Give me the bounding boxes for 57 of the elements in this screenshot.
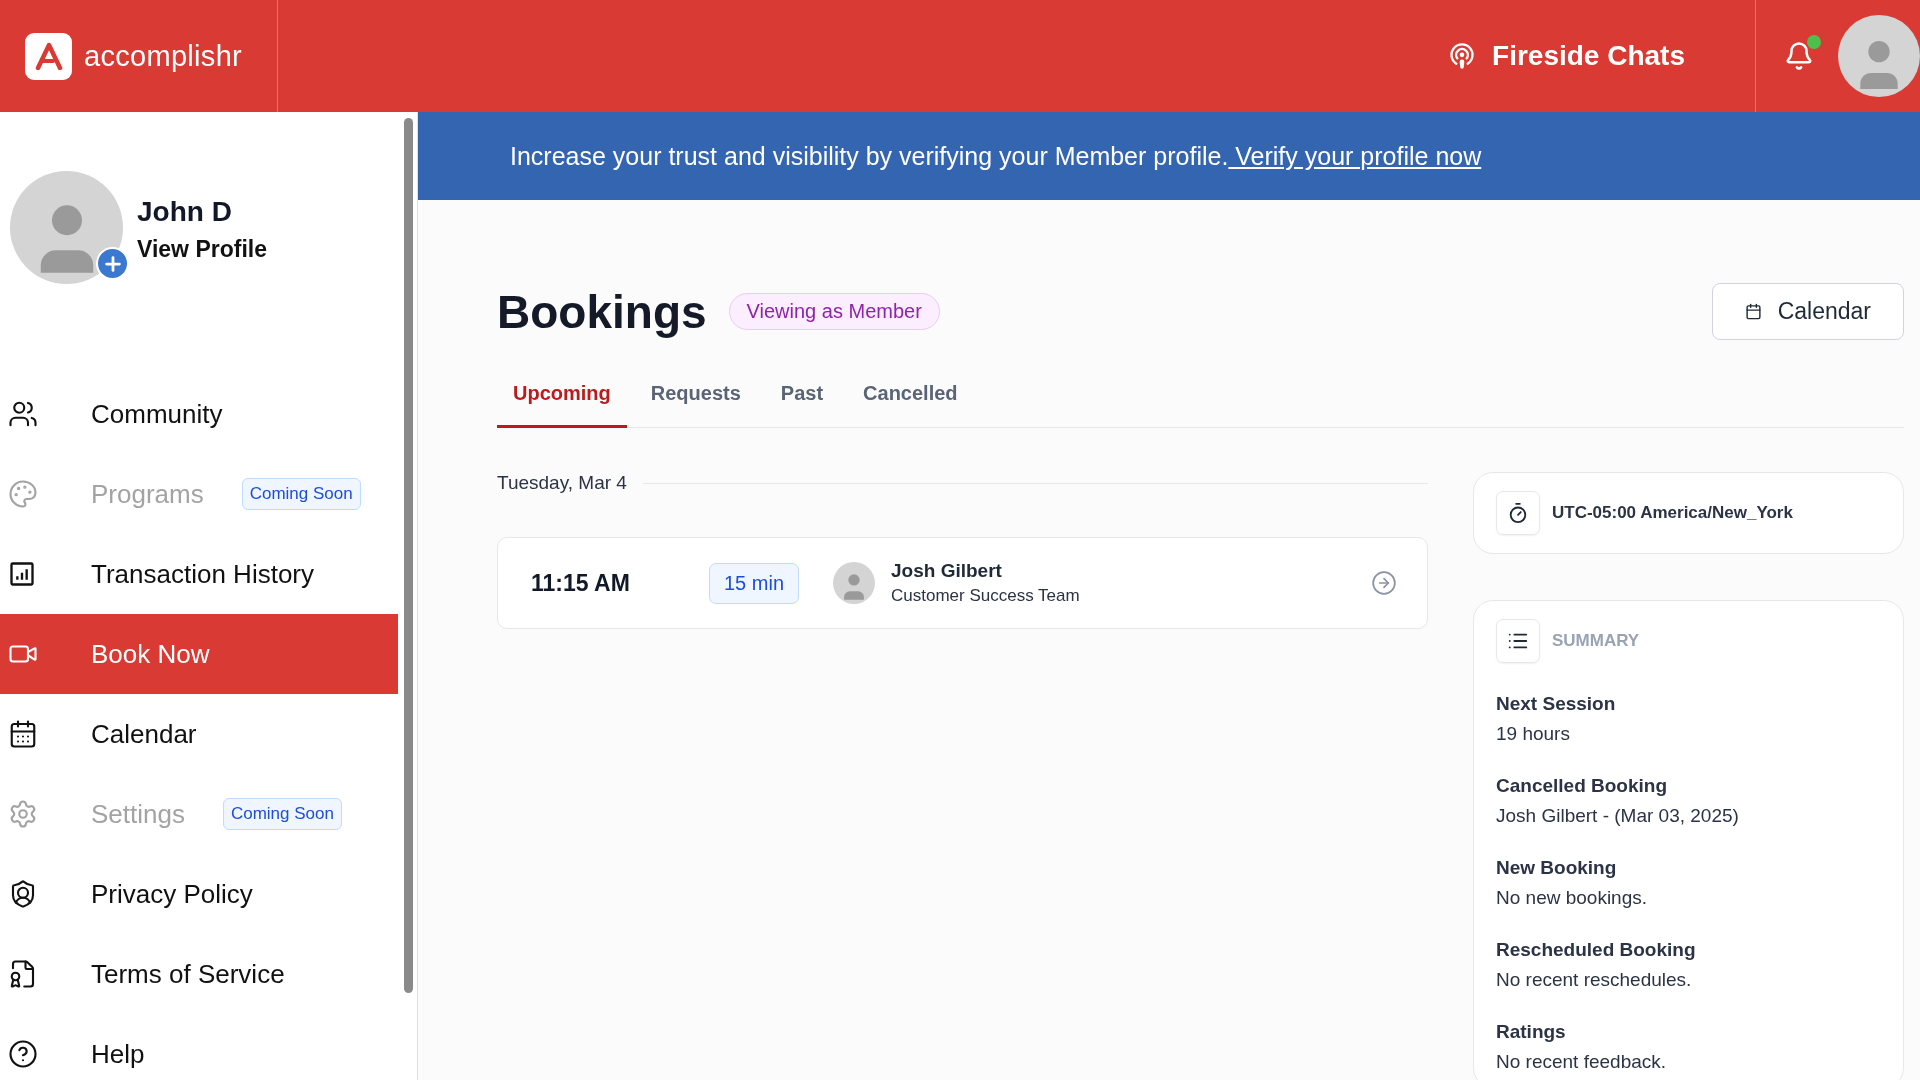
timezone-text: UTC-05:00 America/New_York — [1552, 503, 1793, 523]
summary-label: Rescheduled Booking — [1496, 939, 1697, 961]
scrollbar[interactable] — [404, 118, 413, 993]
banner-text: Increase your trust and visibility by verifying your Member profile. Verify your profile now — [510, 141, 1482, 171]
summary-value: No recent reschedules. — [1496, 969, 1693, 991]
tab[interactable]: Requests — [634, 368, 757, 428]
bar-chart-icon — [8, 560, 36, 588]
palette-icon — [8, 479, 38, 509]
sidebar-item[interactable]: Privacy Policy — [0, 854, 398, 934]
summary-value: No recent feedback. — [1496, 1051, 1668, 1073]
host-avatar — [833, 562, 876, 604]
sidebar-item[interactable]: Terms of Service — [0, 934, 398, 1014]
host-team: Customer Success Team — [891, 586, 1081, 606]
sidebar-item[interactable]: Transaction History — [0, 534, 398, 614]
podcast-icon — [1448, 42, 1477, 70]
coming-soon-badge: Coming Soon — [241, 478, 361, 510]
calendar-icon — [1744, 303, 1762, 320]
summary-label: Next Session — [1496, 693, 1617, 715]
summary-value: Josh Gilbert - (Mar 03, 2025) — [1496, 805, 1740, 827]
duration-badge: 15 min — [709, 562, 800, 604]
summary-value: No new bookings. — [1496, 887, 1649, 909]
users-icon — [8, 399, 38, 429]
role-badge: Viewing as Member — [728, 293, 940, 330]
tab[interactable]: Cancelled — [847, 368, 974, 428]
help-icon — [8, 1039, 38, 1069]
fireside-chats-link[interactable]: Fireside Chats — [1448, 40, 1755, 72]
tab[interactable]: Upcoming — [497, 368, 627, 428]
tab[interactable]: Past — [764, 368, 840, 428]
date-heading: Tuesday, Mar 4 — [497, 472, 627, 494]
summary-label: Ratings — [1496, 1021, 1567, 1043]
view-profile-link[interactable]: View Profile — [137, 236, 267, 263]
arrow-right-icon — [1371, 570, 1397, 596]
booking-card[interactable]: 11:15 AM 15 min Josh Gilbert Customer Success Team — [497, 537, 1428, 629]
sidebar-item[interactable]: Community — [0, 374, 398, 454]
list-icon — [1496, 619, 1540, 663]
summary-label: New Booking — [1496, 857, 1618, 879]
logo-text: accomplishr — [84, 39, 242, 73]
sidebar-item[interactable]: Book Now — [0, 614, 398, 694]
host-name: Josh Gilbert — [891, 560, 1003, 582]
logo-icon — [33, 42, 64, 70]
calendar-button[interactable]: Calendar — [1711, 283, 1904, 340]
summary-value: 19 hours — [1496, 723, 1571, 745]
timer-icon — [1496, 491, 1540, 535]
profile-name: John D — [137, 196, 233, 228]
summary-title: SUMMARY — [1552, 631, 1640, 651]
verify-profile-link[interactable]: Verify your profile now — [1228, 141, 1482, 170]
sidebar-item[interactable]: Calendar — [0, 694, 398, 774]
page-title: Bookings — [497, 284, 707, 339]
sidebar-item[interactable]: Help — [0, 1014, 398, 1080]
summary-label: Cancelled Booking — [1496, 775, 1669, 797]
booking-time: 11:15 AM — [531, 569, 631, 597]
coming-soon-badge: Coming Soon — [222, 798, 342, 830]
open-booking-button[interactable] — [1371, 570, 1397, 596]
settings-icon — [8, 799, 38, 829]
fireside-chats-label: Fireside Chats — [1492, 40, 1685, 72]
calendar-icon — [8, 719, 38, 749]
bell-icon — [1784, 41, 1814, 71]
